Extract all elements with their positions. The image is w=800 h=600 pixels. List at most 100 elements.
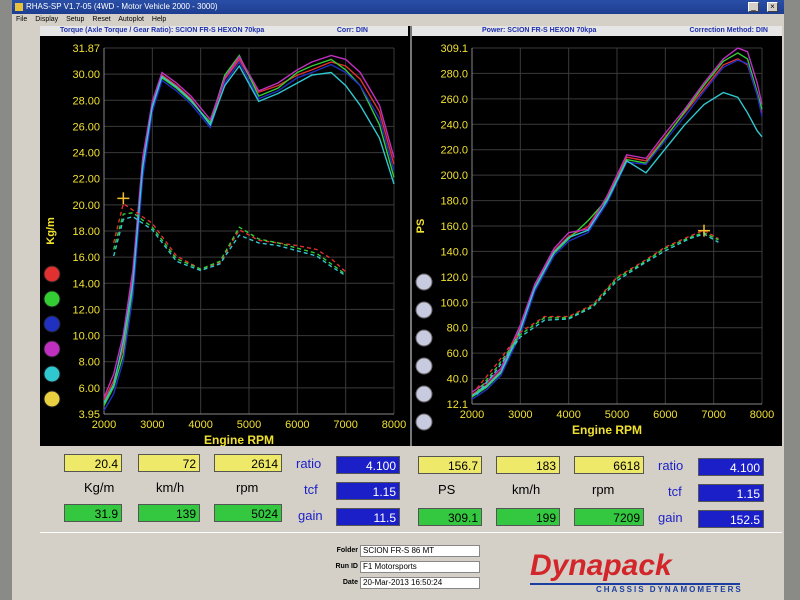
power-y-tick: 12.1 — [447, 399, 468, 411]
power-y-tick: 280.0 — [440, 68, 468, 80]
menu-bar: File Display Setup Reset Autoplot Help — [12, 14, 784, 26]
power-y-tick: 240.0 — [440, 119, 468, 131]
torque-ratio-label: ratio — [296, 456, 322, 471]
torque-y-tick: 28.00 — [72, 95, 100, 107]
torque-y-label: Kg/m — [45, 217, 57, 245]
minimize-button[interactable]: _ — [748, 2, 759, 12]
power-series-line-7 — [476, 233, 719, 395]
torque-y-tick: 10.00 — [72, 331, 100, 343]
power-ratio-label: ratio — [658, 458, 684, 473]
power-y-tick: 260.0 — [440, 94, 468, 106]
power-y-tick: 180.0 — [440, 196, 468, 208]
menu-autoplot[interactable]: Autoplot — [118, 16, 144, 23]
torque-chart[interactable]: 2000 3000 4000 5000 6000 7000 800031.8730.0028… — [40, 36, 408, 446]
torque-current-speed: 72 — [138, 454, 200, 472]
power-peak-speed: 199 — [496, 508, 560, 526]
folder-field[interactable]: SCION FR-S 86 MT — [360, 545, 480, 557]
runid-label: Run ID — [335, 563, 358, 570]
torque-unit-label: Kg/m — [84, 480, 115, 495]
power-x-tick: 8000 — [750, 409, 774, 421]
power-y-tick: 100.0 — [440, 297, 468, 309]
menu-reset[interactable]: Reset — [92, 16, 110, 23]
run-select-circle[interactable] — [415, 357, 433, 375]
torque-y-tick: 14.00 — [72, 278, 100, 290]
run-select-circle[interactable] — [415, 273, 433, 291]
power-rpm-unit-label: rpm — [592, 482, 615, 497]
torque-current-rpm: 2614 — [214, 454, 282, 472]
torque-y-tick: 12.00 — [72, 304, 100, 316]
power-y-tick: 140.0 — [440, 246, 468, 258]
run-select-circle[interactable] — [43, 265, 61, 283]
run-select-circle[interactable] — [43, 315, 61, 333]
power-gain-label: gain — [658, 510, 683, 525]
torque-peak-rpm: 5024 — [214, 504, 282, 522]
torque-y-tick: 3.95 — [79, 409, 100, 421]
run-select-circle[interactable] — [43, 390, 61, 408]
torque-y-tick: 8.00 — [79, 357, 100, 369]
power-current-speed: 183 — [496, 456, 560, 474]
torque-x-tick: 4000 — [188, 419, 212, 431]
speed-unit-label: km/h — [156, 480, 185, 495]
power-tcf-value[interactable]: 1.15 — [698, 484, 764, 502]
power-current-value: 156.7 — [418, 456, 482, 474]
graph-area: Torque (Axle Torque / Gear Ratio): SCION… — [40, 26, 782, 446]
torque-ratio-value[interactable]: 4.100 — [336, 456, 400, 474]
power-header-title: Power: SCION FR-S HEXON 70kpa — [482, 27, 597, 34]
torque-header-title: Torque (Axle Torque / Gear Ratio): SCION… — [60, 27, 265, 34]
power-chart[interactable]: 2000 3000 4000 5000 6000 7000 8000309.1280.026… — [412, 36, 782, 446]
torque-header-corr: Corr: DIN — [336, 27, 368, 34]
torque-y-tick: 6.00 — [79, 383, 100, 395]
power-speed-unit-label: km/h — [512, 482, 541, 497]
torque-tcf-value[interactable]: 1.15 — [336, 482, 400, 500]
run-select-circle[interactable] — [43, 340, 61, 358]
menu-help[interactable]: Help — [152, 16, 166, 23]
title-bar: RHAS-SP V1.7-05 (4WD - Motor Vehicle 200… — [12, 0, 784, 14]
run-info-panel: Folder SCION FR-S 86 MT Run ID F1 Motors… — [40, 532, 782, 600]
power-x-tick: 6000 — [653, 409, 677, 421]
window-title: RHAS-SP V1.7-05 (4WD - Motor Vehicle 200… — [26, 2, 218, 11]
power-y-tick: 220.0 — [440, 145, 468, 157]
power-x-tick: 7000 — [701, 409, 725, 421]
power-ratio-value[interactable]: 4.100 — [698, 458, 764, 476]
power-series-line-5 — [476, 229, 719, 389]
torque-gain-value[interactable]: 11.5 — [336, 508, 400, 526]
power-header-corr: Correction Method: DIN — [689, 27, 768, 34]
power-peak-value: 309.1 — [418, 508, 482, 526]
rpm-unit-label: rpm — [236, 480, 259, 495]
torque-x-tick: 8000 — [382, 419, 406, 431]
power-gain-value[interactable]: 152.5 — [698, 510, 764, 528]
folder-label: Folder — [336, 547, 358, 554]
power-x-tick: 5000 — [605, 409, 629, 421]
run-select-circle[interactable] — [415, 329, 433, 347]
torque-x-tick: 7000 — [333, 419, 357, 431]
torque-x-tick: 5000 — [237, 419, 261, 431]
torque-graph-header: Torque (Axle Torque / Gear Ratio): SCION… — [40, 26, 408, 36]
torque-y-tick: 26.00 — [72, 121, 100, 133]
menu-setup[interactable]: Setup — [66, 16, 84, 23]
power-y-tick: 120.0 — [440, 272, 468, 284]
power-x-tick: 4000 — [556, 409, 580, 421]
run-select-circle[interactable] — [415, 413, 433, 431]
power-unit-label: PS — [438, 482, 456, 497]
torque-y-tick: 31.87 — [72, 43, 100, 55]
menu-display[interactable]: Display — [35, 16, 58, 23]
close-icon[interactable]: × — [767, 2, 778, 12]
readout-panel: 20.4 72 2614 Kg/m km/h rpm 31.9 139 5024… — [40, 446, 782, 532]
power-y-tick: 200.0 — [440, 170, 468, 182]
left-strip — [12, 26, 40, 446]
run-select-circle[interactable] — [415, 385, 433, 403]
power-current-rpm: 6618 — [574, 456, 644, 474]
torque-x-tick: 6000 — [285, 419, 309, 431]
run-select-circle[interactable] — [43, 290, 61, 308]
runid-field[interactable]: F1 Motorsports — [360, 561, 480, 573]
torque-peak-speed: 139 — [138, 504, 200, 522]
run-select-circle[interactable] — [415, 301, 433, 319]
run-select-circle[interactable] — [43, 365, 61, 383]
torque-x-tick: 3000 — [140, 419, 164, 431]
torque-current-value: 20.4 — [64, 454, 122, 472]
power-series-line-6 — [476, 231, 719, 393]
power-graph-header: Power: SCION FR-S HEXON 70kpa Correction… — [412, 26, 782, 36]
torque-y-tick: 16.00 — [72, 252, 100, 264]
menu-file[interactable]: File — [16, 16, 27, 23]
power-grid — [471, 47, 763, 405]
